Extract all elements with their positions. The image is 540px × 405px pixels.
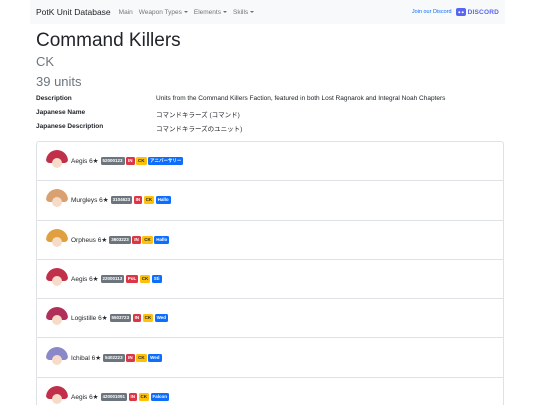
faction-badge: CK bbox=[136, 353, 147, 362]
faction-badge: CK bbox=[139, 275, 151, 284]
unit-type-badge: IN bbox=[132, 235, 141, 244]
unit-id-badge: 52000123 bbox=[100, 157, 125, 166]
unit-type-badge: PoL bbox=[125, 275, 139, 284]
unit-type-badge: IN bbox=[126, 353, 135, 362]
unit-list-item[interactable]: Logistille 6★ 5503723 IN CK Wed bbox=[37, 299, 503, 339]
caret-down-icon bbox=[250, 11, 255, 13]
element-badge: Sti bbox=[151, 275, 162, 284]
unit-list: Aegis 6★ 52000123 IN CK アニバーサリー Murgleys 6★ 31… bbox=[36, 141, 504, 405]
unit-type-badge: IN bbox=[133, 196, 143, 205]
unit-type-badge: IN bbox=[132, 314, 142, 323]
nav-weapon-types-label: Weapon Types bbox=[138, 8, 182, 16]
faction-badge: CK bbox=[138, 392, 150, 401]
element-badge: Wed bbox=[148, 353, 162, 362]
unit-avatar bbox=[46, 268, 68, 290]
unit-list-item[interactable]: Ichibal 6★ 5402223 IN CK Wed bbox=[37, 338, 503, 378]
unit-name: Aegis 6★ bbox=[71, 158, 99, 166]
info-label: Japanese Description bbox=[36, 123, 104, 130]
brand-link[interactable]: PotK Unit Database bbox=[36, 7, 111, 17]
unit-id-badge: 3104623 bbox=[110, 196, 133, 205]
unit-id-badge: 3603223 bbox=[109, 235, 131, 244]
nav-main[interactable]: Main bbox=[119, 9, 133, 16]
unit-id-badge: 5503723 bbox=[109, 314, 132, 323]
unit-name: Aegis 6★ bbox=[71, 276, 99, 284]
unit-name: Aegis 6★ bbox=[71, 393, 99, 401]
avatar-face bbox=[52, 393, 62, 404]
navbar: PotK Unit Database Main Weapon Types Ele… bbox=[30, 0, 505, 24]
faction-abbreviation: CK bbox=[36, 54, 55, 69]
unit-avatar bbox=[46, 189, 68, 211]
avatar-face bbox=[52, 197, 62, 208]
unit-list-item[interactable]: Aegis 6★ 22000113 PoL CK Sti bbox=[37, 260, 503, 300]
unit-avatar bbox=[46, 150, 68, 172]
avatar-face bbox=[52, 354, 62, 365]
unit-id-badge: 5402223 bbox=[103, 353, 125, 362]
faction-badge: CK bbox=[136, 157, 147, 166]
unit-type-badge: IN bbox=[128, 392, 138, 401]
unit-type-badge: IN bbox=[126, 157, 135, 166]
unit-name: Murgleys 6★ bbox=[71, 197, 109, 205]
unit-avatar bbox=[46, 385, 68, 405]
info-row-japanese-name: Japanese Name コマンドキラーズ (コマンド) bbox=[36, 109, 506, 119]
info-row-description: Description Units from the Command Kille… bbox=[36, 95, 506, 102]
unit-count: 39 units bbox=[36, 74, 82, 89]
faction-badge: CK bbox=[142, 314, 154, 323]
info-value: コマンドキラーズ (コマンド) bbox=[156, 112, 240, 119]
unit-list-item[interactable]: Aegis 6★ 420001091 IN CK Falcon bbox=[37, 378, 503, 405]
unit-avatar bbox=[46, 307, 68, 329]
nav-weapon-types[interactable]: Weapon Types bbox=[139, 9, 188, 16]
nav-skills-label: Skills bbox=[232, 8, 249, 16]
element-badge: アニバーサリー bbox=[148, 157, 184, 166]
caret-down-icon bbox=[222, 11, 227, 13]
element-badge: Falcon bbox=[150, 392, 170, 401]
element-badge: Hallo bbox=[154, 235, 170, 244]
info-value: Units from the Command Killers Faction, … bbox=[156, 95, 446, 102]
nav-elements-label: Elements bbox=[193, 8, 221, 16]
join-discord-link[interactable]: Join our Discord bbox=[412, 9, 452, 15]
unit-name: Orpheus 6★ bbox=[71, 236, 108, 244]
discord-icon bbox=[455, 8, 466, 16]
element-badge: Hallo bbox=[155, 196, 171, 205]
unit-id-badge: 22000113 bbox=[100, 275, 125, 284]
avatar-face bbox=[52, 276, 62, 287]
info-value: コマンドキラーズのユニット) bbox=[156, 126, 243, 133]
avatar-face bbox=[52, 236, 62, 247]
nav-skills[interactable]: Skills bbox=[232, 8, 255, 16]
info-row-japanese-description: Japanese Description コマンドキラーズのユニット) bbox=[36, 123, 506, 133]
unit-name: Ichibal 6★ bbox=[71, 354, 102, 362]
unit-list-item[interactable]: Aegis 6★ 52000123 IN CK アニバーサリー bbox=[37, 142, 503, 182]
nav-main-label: Main bbox=[118, 8, 133, 16]
faction-badge: CK bbox=[143, 196, 155, 205]
unit-avatar bbox=[46, 228, 68, 251]
avatar-face bbox=[52, 315, 62, 326]
unit-id-badge: 420001091 bbox=[100, 392, 128, 401]
nav-right: Join our Discord DISCORD bbox=[412, 8, 499, 16]
info-label: Description bbox=[36, 95, 72, 102]
faction-badge: CK bbox=[142, 235, 153, 244]
nav-elements[interactable]: Elements bbox=[194, 9, 227, 16]
page-title: Command Killers bbox=[36, 30, 181, 51]
unit-name: Logistille 6★ bbox=[71, 315, 108, 323]
discord-logo[interactable]: DISCORD bbox=[455, 8, 499, 16]
caret-down-icon bbox=[183, 11, 188, 13]
unit-list-item[interactable]: Murgleys 6★ 3104623 IN CK Hallo bbox=[37, 181, 503, 221]
unit-list-item[interactable]: Orpheus 6★ 3603223 IN CK Hallo bbox=[37, 221, 503, 260]
unit-avatar bbox=[46, 346, 68, 369]
info-label: Japanese Name bbox=[36, 109, 86, 116]
avatar-face bbox=[52, 158, 62, 169]
discord-wordmark: DISCORD bbox=[467, 8, 499, 16]
element-badge: Wed bbox=[154, 314, 168, 323]
